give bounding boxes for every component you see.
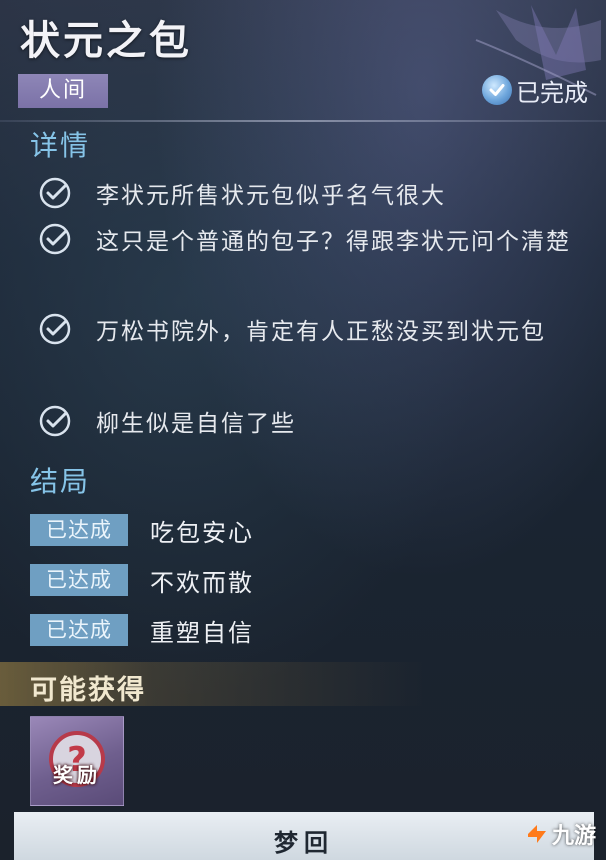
ending-row: 已达成 重塑自信 bbox=[30, 614, 254, 647]
quest-category-tag: 人间 bbox=[18, 74, 108, 108]
ending-row: 已达成 吃包安心 bbox=[30, 514, 254, 547]
ninegame-logo-icon bbox=[527, 825, 546, 843]
ending-text: 不欢而散 bbox=[150, 568, 254, 597]
reward-label: 奖励 bbox=[53, 763, 101, 787]
quest-status: 已完成 bbox=[482, 72, 588, 108]
watermark-text: 九游 bbox=[551, 824, 596, 849]
divider bbox=[0, 120, 606, 122]
detail-text: 万松书院外，肯定有人正愁没买到状元包 bbox=[96, 319, 546, 345]
detail-item: 李状元所售状元包似乎名气很大 bbox=[38, 174, 598, 218]
endings-heading: 结局 bbox=[30, 465, 91, 498]
ending-text: 重塑自信 bbox=[150, 618, 254, 647]
checkmark-circle-icon bbox=[39, 177, 71, 209]
status-label: 已完成 bbox=[516, 78, 588, 107]
detail-item: 这只是个普通的包子？得跟李状元问个清楚 bbox=[38, 220, 598, 264]
ending-row: 已达成 不欢而散 bbox=[30, 564, 254, 597]
detail-item: 万松书院外，肯定有人正愁没买到状元包 bbox=[38, 310, 598, 354]
reward-item[interactable]: ? 奖励 bbox=[30, 716, 124, 806]
detail-item: 柳生似是自信了些 bbox=[38, 402, 598, 446]
achieved-badge: 已达成 bbox=[30, 614, 128, 646]
detail-text: 这只是个普通的包子？得跟李状元问个清楚 bbox=[96, 229, 571, 255]
checkmark-circle-icon bbox=[39, 223, 71, 255]
completed-check-icon bbox=[482, 75, 512, 105]
details-heading: 详情 bbox=[30, 129, 91, 162]
achieved-badge: 已达成 bbox=[30, 514, 128, 546]
rewards-heading: 可能获得 bbox=[30, 675, 146, 706]
watermark: 九游 bbox=[524, 818, 596, 850]
detail-text: 李状元所售状元包似乎名气很大 bbox=[96, 183, 446, 209]
detail-text: 柳生似是自信了些 bbox=[96, 411, 296, 437]
dream-replay-button[interactable]: 梦回 bbox=[14, 812, 594, 860]
achieved-badge: 已达成 bbox=[30, 564, 128, 596]
checkmark-circle-icon bbox=[39, 405, 71, 437]
ending-text: 吃包安心 bbox=[150, 518, 254, 547]
checkmark-circle-icon bbox=[39, 313, 71, 345]
quest-title: 状元之包 bbox=[20, 18, 192, 64]
